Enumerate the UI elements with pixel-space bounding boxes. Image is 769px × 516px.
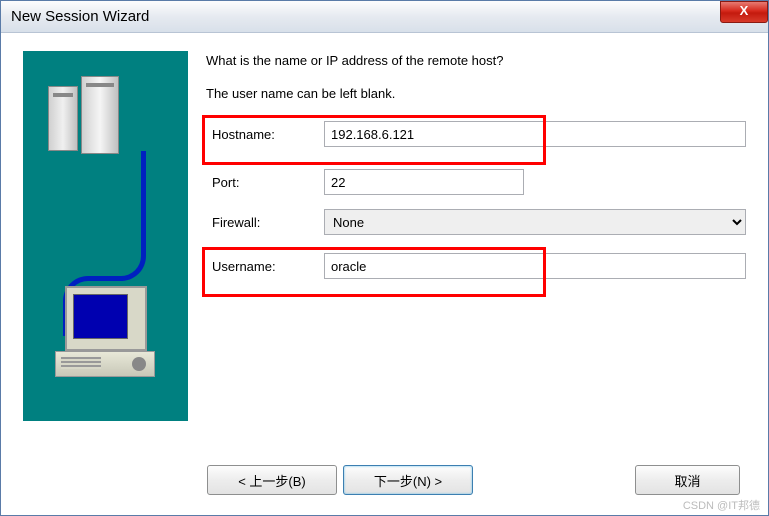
hostname-input[interactable]: [324, 121, 746, 147]
drive-slots-icon: [61, 357, 101, 369]
window-title: New Session Wizard: [11, 8, 149, 25]
hint-text: The user name can be left blank.: [206, 86, 746, 101]
username-row: Username:: [206, 251, 746, 281]
username-input[interactable]: [324, 253, 746, 279]
cancel-button[interactable]: 取消: [635, 465, 740, 495]
close-button[interactable]: X: [720, 1, 768, 23]
monitor-screen-icon: [73, 294, 128, 339]
hostname-label: Hostname:: [206, 127, 324, 142]
title-bar: New Session Wizard X: [1, 1, 768, 33]
watermark-text: CSDN @IT邦德: [683, 497, 760, 513]
port-label: Port:: [206, 175, 324, 190]
prompt-text: What is the name or IP address of the re…: [206, 53, 746, 68]
hostname-row: Hostname:: [206, 119, 746, 149]
button-bar: < 上一步(B) 下一步(N) > 取消: [1, 465, 768, 495]
port-input[interactable]: [324, 169, 524, 195]
next-button[interactable]: 下一步(N) >: [343, 465, 473, 495]
port-row: Port:: [206, 167, 746, 197]
form-area: What is the name or IP address of the re…: [206, 51, 746, 421]
firewall-row: Firewall: None: [206, 207, 746, 237]
content-area: What is the name or IP address of the re…: [1, 33, 768, 431]
wizard-illustration: [23, 51, 188, 421]
back-button[interactable]: < 上一步(B): [207, 465, 337, 495]
cable-icon: [118, 151, 146, 281]
username-label: Username:: [206, 259, 324, 274]
firewall-select[interactable]: None: [324, 209, 746, 235]
firewall-label: Firewall:: [206, 215, 324, 230]
close-icon: X: [740, 3, 749, 18]
server-icon: [81, 76, 119, 154]
server-icon: [48, 86, 78, 151]
